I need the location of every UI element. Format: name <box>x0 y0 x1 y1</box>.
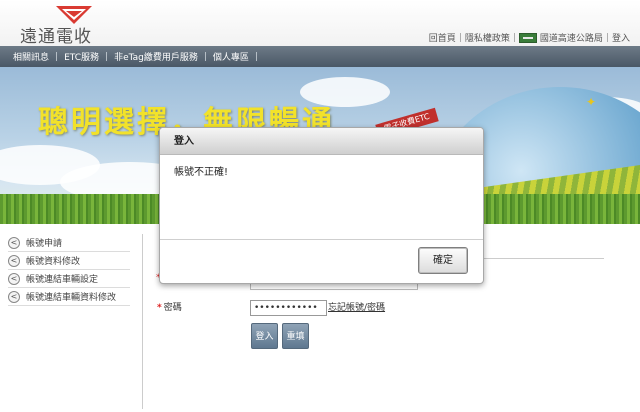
chevron-left-icon: < <box>8 254 20 267</box>
sidebar-item-label: 帳號連結車輛資料修改 <box>26 293 117 303</box>
main-nav: 相關訊息 | ETC服務 | 非eTag繳費用戶服務 | 個人專區 | <box>0 46 640 67</box>
sidebar-item-label: 帳號連結車輛設定 <box>26 275 99 285</box>
highway-bureau-link[interactable]: 國道高速公路局 <box>540 31 603 44</box>
site-header: 遠通電收 回首頁 | 隱私權政策 | 國道高速公路局 | 登入 <box>0 0 640 47</box>
butterfly-icon: ✦ <box>586 95 597 109</box>
forgot-password-link[interactable]: 忘記帳號/密碼 <box>328 300 385 313</box>
top-links: 回首頁 | 隱私權政策 | 國道高速公路局 | 登入 <box>429 31 630 44</box>
nav-separator: | <box>203 51 207 62</box>
chevron-left-icon: < <box>8 290 20 303</box>
sidebar-item-label: 帳號資料修改 <box>26 257 81 267</box>
reset-button[interactable]: 重填 <box>282 323 309 349</box>
chevron-left-icon: < <box>8 272 20 285</box>
sidebar-item-vehicle-link[interactable]: < 帳號連結車輛設定 <box>8 270 130 288</box>
dialog-message: 帳號不正確! <box>174 167 229 178</box>
home-link[interactable]: 回首頁 <box>429 31 456 44</box>
sidebar-item-label: 帳號申請 <box>26 239 63 249</box>
nav-item-etc-service[interactable]: ETC服務 <box>61 50 102 63</box>
link-separator: | <box>605 32 609 43</box>
section-line <box>484 258 604 259</box>
nav-item-non-etag[interactable]: 非eTag繳費用戶服務 <box>111 50 201 63</box>
sidebar-item-account-apply[interactable]: < 帳號申請 <box>8 234 130 252</box>
ok-button[interactable]: 確定 <box>418 247 468 274</box>
chevron-left-icon: < <box>8 236 20 249</box>
sidebar-item-vehicle-edit[interactable]: < 帳號連結車輛資料修改 <box>8 288 130 306</box>
privacy-link[interactable]: 隱私權政策 <box>465 31 510 44</box>
password-input[interactable]: •••••••••••• <box>250 300 327 316</box>
dialog-title: 登入 <box>160 128 483 155</box>
link-separator: | <box>512 32 516 43</box>
logo-text: 遠通電收 <box>20 27 92 47</box>
login-link[interactable]: 登入 <box>612 31 630 44</box>
content-divider <box>142 234 143 409</box>
nav-item-personal[interactable]: 個人專區 <box>210 50 252 63</box>
required-mark: * <box>157 303 162 313</box>
password-label-text: 密碼 <box>163 303 182 313</box>
nav-separator: | <box>254 51 258 62</box>
sidebar-item-account-edit[interactable]: < 帳號資料修改 <box>8 252 130 270</box>
password-label: * 密碼 <box>157 300 182 313</box>
highway-bureau-icon[interactable] <box>518 32 537 43</box>
link-separator: | <box>458 32 462 43</box>
sidebar-menu: < 帳號申請 < 帳號資料修改 < 帳號連結車輛設定 < 帳號連結車輛資料修改 <box>8 234 130 306</box>
company-logo[interactable]: 遠通電收 <box>20 4 120 47</box>
nav-item-news[interactable]: 相關訊息 <box>10 50 52 63</box>
dialog-separator <box>160 239 483 240</box>
login-button[interactable]: 登入 <box>251 323 278 349</box>
alert-dialog: 登入 帳號不正確! 確定 <box>159 127 484 284</box>
nav-separator: | <box>105 51 109 62</box>
nav-separator: | <box>55 51 59 62</box>
